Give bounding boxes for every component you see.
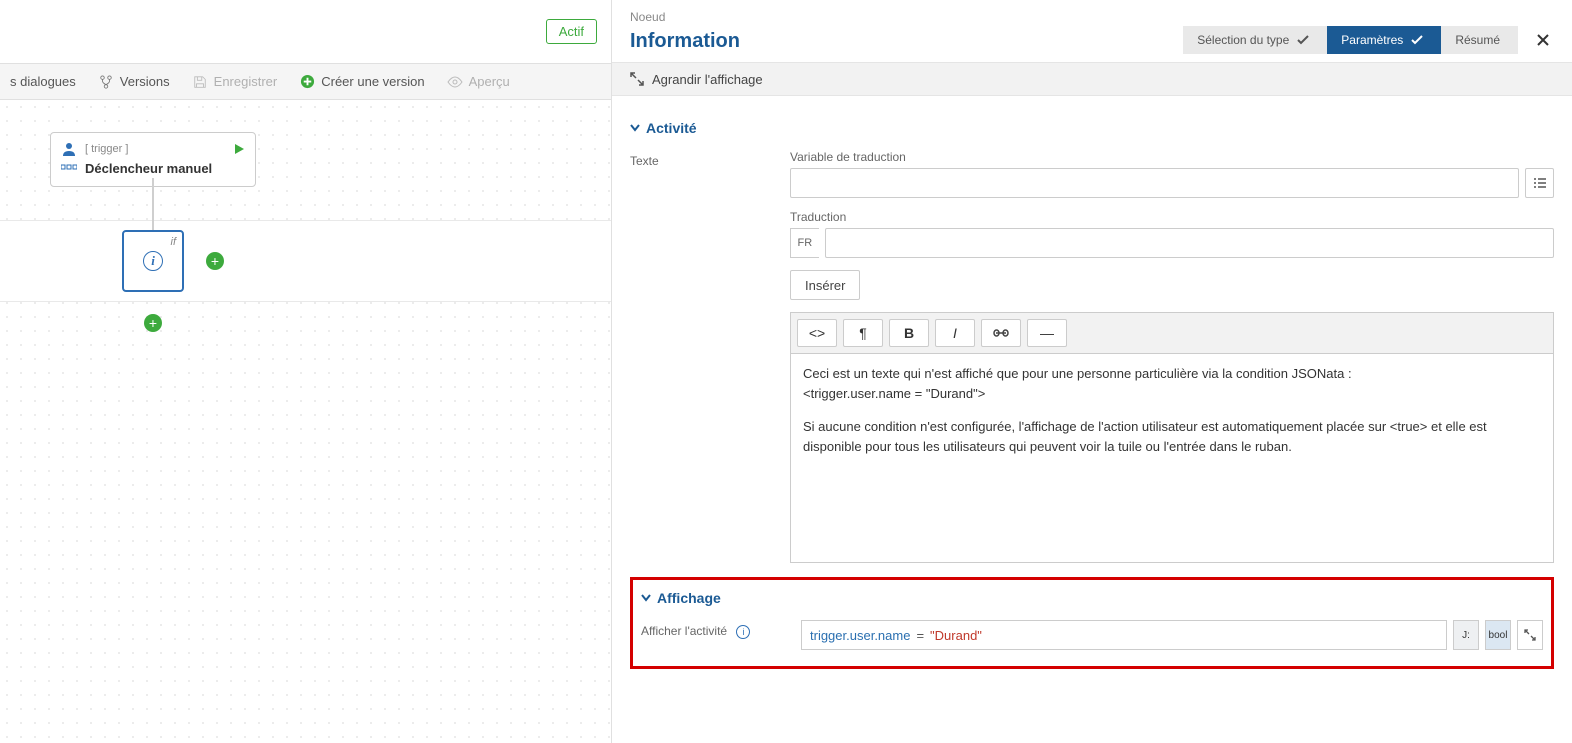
- code-token-path: trigger.user.name: [810, 628, 910, 643]
- details-body: Activité Texte Variable de traduction Tr…: [612, 96, 1572, 719]
- label-traduction: Traduction: [790, 210, 1554, 224]
- editor-line: Ceci est un texte qui n'est affiché que …: [803, 364, 1541, 384]
- chevron-down-icon: [641, 594, 651, 602]
- toolbar-dialogues[interactable]: s dialogues: [10, 74, 76, 89]
- details-panel: Noeud Information Sélection du type Para…: [612, 0, 1572, 743]
- trigger-title: Déclencheur manuel: [85, 161, 212, 176]
- page-title: Information: [630, 30, 1183, 53]
- label-afficher-activite: Afficher l'activité i: [641, 620, 801, 650]
- toolbar-dialogues-label: s dialogues: [10, 74, 76, 89]
- editor-toolbar: <> ¶ B I —: [790, 312, 1554, 353]
- play-icon[interactable]: [233, 143, 245, 155]
- code-button[interactable]: <>: [797, 319, 837, 347]
- info-icon: i: [143, 251, 163, 271]
- editor-line: <trigger.user.name = "Durand">: [803, 384, 1541, 404]
- wizard-steps: Sélection du type Paramètres Résumé: [1183, 26, 1554, 54]
- expand-icon: [630, 72, 644, 86]
- label-variable-traduction: Variable de traduction: [790, 150, 1554, 164]
- link-button[interactable]: [981, 319, 1021, 347]
- trigger-meta: [ trigger ]: [85, 143, 128, 155]
- details-subbar: Agrandir l'affichage: [612, 62, 1572, 96]
- add-branch-button[interactable]: +: [206, 252, 224, 270]
- italic-button[interactable]: I: [935, 319, 975, 347]
- editor-line: Si aucune condition n'est configurée, l'…: [803, 417, 1541, 456]
- bold-button[interactable]: B: [889, 319, 929, 347]
- add-node-button[interactable]: +: [144, 314, 162, 332]
- traduction-input[interactable]: [825, 228, 1554, 258]
- toolbar-preview: Aperçu: [447, 74, 510, 90]
- toolbar-create-version[interactable]: Créer une version: [299, 74, 424, 90]
- bool-mode-button[interactable]: bool: [1485, 620, 1511, 650]
- affichage-highlight: Affichage Afficher l'activité i trigger.…: [630, 577, 1554, 669]
- workflow-canvas[interactable]: [ trigger ] Déclencheur manuel if i + +: [0, 100, 611, 743]
- list-icon: [1533, 177, 1547, 189]
- rich-text-editor[interactable]: Ceci est un texte qui n'est affiché que …: [790, 353, 1554, 563]
- code-token-op: =: [916, 628, 924, 643]
- step-summary[interactable]: Résumé: [1441, 26, 1518, 54]
- expand-icon: [1524, 629, 1536, 641]
- condition-input[interactable]: trigger.user.name = "Durand": [801, 620, 1447, 650]
- chevron-down-icon: [630, 124, 640, 132]
- user-icon: [61, 141, 77, 157]
- status-badge: Actif: [546, 19, 597, 44]
- branch-icon: [98, 74, 114, 90]
- code-icon: <>: [809, 325, 825, 341]
- italic-icon: I: [953, 325, 957, 341]
- boxes-icon: [61, 160, 77, 176]
- connector-line: [152, 178, 154, 230]
- save-icon: [192, 74, 208, 90]
- eye-icon: [447, 74, 463, 90]
- insert-button[interactable]: Insérer: [790, 270, 860, 300]
- link-icon: [993, 328, 1009, 338]
- left-toolbar: s dialogues Versions Enregistrer Créer u…: [0, 64, 611, 100]
- bold-icon: B: [904, 325, 914, 341]
- variable-traduction-input[interactable]: [790, 168, 1519, 198]
- section-affichage-label: Affichage: [657, 590, 721, 606]
- left-header: Actif: [0, 0, 611, 64]
- pilcrow-icon: ¶: [859, 325, 867, 341]
- toolbar-preview-label: Aperçu: [469, 74, 510, 89]
- check-icon: [1411, 35, 1423, 45]
- list-picker-button[interactable]: [1525, 168, 1554, 198]
- step1-label: Sélection du type: [1197, 33, 1289, 47]
- expand-view-button[interactable]: Agrandir l'affichage: [630, 72, 763, 87]
- step2-label: Paramètres: [1341, 33, 1403, 47]
- close-button[interactable]: [1532, 29, 1554, 51]
- label-texte: Texte: [630, 150, 790, 563]
- section-activity-header[interactable]: Activité: [630, 120, 1554, 136]
- step3-label: Résumé: [1455, 33, 1500, 47]
- check-icon: [1297, 35, 1309, 45]
- expand-code-button[interactable]: [1517, 620, 1543, 650]
- paragraph-button[interactable]: ¶: [843, 319, 883, 347]
- workflow-canvas-panel: Actif s dialogues Versions Enregistrer C…: [0, 0, 612, 743]
- section-affichage-header[interactable]: Affichage: [641, 590, 1543, 606]
- step-type-selection[interactable]: Sélection du type: [1183, 26, 1327, 54]
- info-icon[interactable]: i: [736, 625, 750, 639]
- language-prefix: FR: [790, 228, 819, 258]
- code-token-string: "Durand": [930, 628, 982, 643]
- toolbar-save-label: Enregistrer: [214, 74, 278, 89]
- hr-button[interactable]: —: [1027, 319, 1067, 347]
- section-activity-label: Activité: [646, 120, 697, 136]
- if-label: if: [171, 236, 177, 248]
- toolbar-save: Enregistrer: [192, 74, 278, 90]
- toolbar-versions[interactable]: Versions: [98, 74, 170, 90]
- jsonata-mode-button[interactable]: J:: [1453, 620, 1479, 650]
- expand-label: Agrandir l'affichage: [652, 72, 763, 87]
- step-parameters[interactable]: Paramètres: [1327, 26, 1441, 54]
- breadcrumb: Noeud: [630, 10, 1183, 24]
- plus-circle-icon: [299, 74, 315, 90]
- if-node[interactable]: if i: [122, 230, 184, 292]
- toolbar-versions-label: Versions: [120, 74, 170, 89]
- toolbar-create-version-label: Créer une version: [321, 74, 424, 89]
- minus-icon: —: [1040, 325, 1054, 341]
- details-header: Noeud Information Sélection du type Para…: [612, 0, 1572, 54]
